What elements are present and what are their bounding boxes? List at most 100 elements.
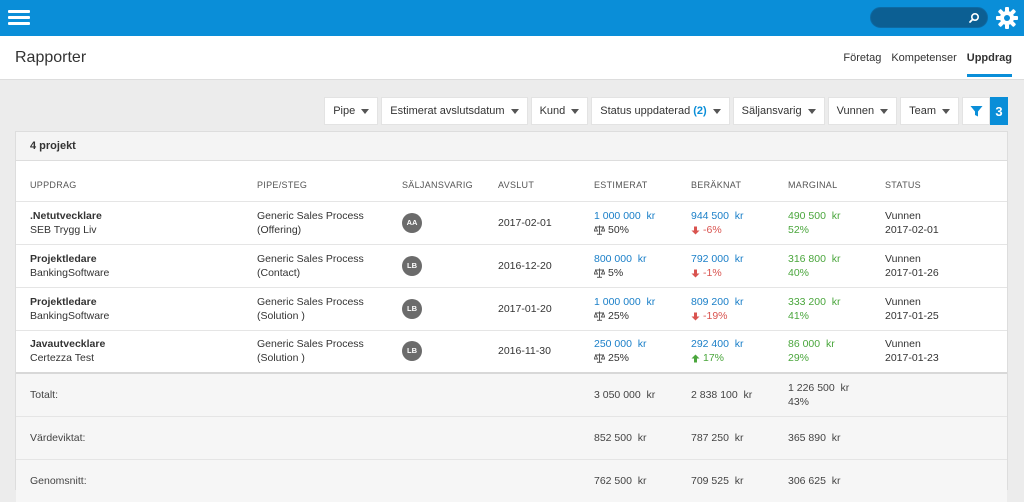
calculated-amount: 944 500 kr: [691, 209, 744, 222]
funnel-icon: [970, 105, 982, 116]
project-title[interactable]: Javautvecklare: [30, 337, 257, 351]
col-status[interactable]: Status: [885, 170, 1007, 202]
average-row: Genomsnitt: 762 500 kr 709 525 kr 306 62…: [16, 459, 1007, 502]
gear-icon[interactable]: [995, 6, 1019, 30]
scale-icon: [594, 311, 605, 321]
weighted-beraknat: 787 250 kr: [691, 416, 788, 460]
margin-pct: 40%: [788, 266, 810, 279]
scale-icon: [594, 353, 605, 364]
average-label: Genomsnitt:: [16, 459, 257, 502]
status-date: 2017-01-23: [885, 352, 939, 365]
caret-down-icon: [880, 108, 889, 114]
weighted-label: Värdeviktat:: [16, 416, 257, 460]
col-beraknat[interactable]: Beräknat: [691, 170, 788, 202]
totals-row: Totalt: 3 050 000 kr 2 838 100 kr 1 226 …: [16, 372, 1007, 417]
calculated-amount: 292 400 kr: [691, 338, 744, 351]
arrow-down-icon: [691, 312, 700, 320]
filter-saljansvarig[interactable]: Säljansvarig: [732, 97, 825, 125]
filter-count: (2): [693, 105, 707, 117]
probability: 25%: [608, 352, 630, 365]
filter-team[interactable]: Team: [900, 97, 959, 125]
calculated-diff: 17%: [703, 352, 725, 365]
filter-pipe[interactable]: Pipe: [324, 97, 379, 125]
project-customer: Certezza Test: [30, 352, 94, 365]
margin-pct: 41%: [788, 309, 810, 322]
pipe-name: Generic Sales Process: [257, 252, 364, 265]
pipe-step: (Solution ): [257, 309, 305, 322]
filter-vunnen[interactable]: Vunnen: [827, 97, 898, 125]
pipe-name: Generic Sales Process: [257, 209, 364, 222]
filter-estimerat-avslutsdatum[interactable]: Estimerat avslutsdatum: [381, 97, 528, 125]
totals-beraknat: 2 838 100 kr: [691, 372, 788, 417]
filter-toggle-button[interactable]: [962, 97, 990, 125]
caret-down-icon: [712, 108, 721, 114]
col-saljansvarig[interactable]: Säljansvarig: [402, 170, 498, 202]
average-marginal: 306 625 kr: [788, 459, 885, 502]
nav-kompetenser[interactable]: Kompetenser: [891, 52, 956, 77]
search-icon[interactable]: [967, 11, 981, 25]
pipe-step: (Contact): [257, 266, 301, 279]
estimated-amount: 250 000 kr: [594, 338, 647, 351]
status-date: 2017-01-25: [885, 309, 939, 322]
table-header-row: Uppdrag Pipe/Steg Säljansvarig Avslut Es…: [16, 170, 1007, 202]
average-estimerat: 762 500 kr: [594, 459, 691, 502]
col-pipe-steg[interactable]: Pipe/Steg: [257, 170, 402, 202]
caret-down-icon: [361, 108, 370, 114]
table-row[interactable]: .Netutvecklare SEB Trygg Liv Generic Sales…: [16, 201, 1007, 245]
scale-icon: [594, 225, 605, 235]
projects-panel: 4 projekt Uppdrag Pipe/Steg Säljansvarig…: [15, 131, 1008, 502]
avatar: AA: [402, 212, 422, 233]
nav-foretag[interactable]: Företag: [843, 52, 881, 77]
project-title[interactable]: Projektledare: [30, 252, 257, 266]
weighted-row: Värdeviktat: 852 500 kr 787 250 kr 365 8…: [16, 416, 1007, 460]
close-date: 2017-02-01: [498, 201, 594, 245]
page-title: Rapporter: [15, 49, 87, 66]
nav-uppdrag[interactable]: Uppdrag: [966, 52, 1012, 77]
avatar: LB: [402, 341, 422, 362]
col-avslut[interactable]: Avslut: [498, 170, 594, 202]
col-estimerat[interactable]: Estimerat: [594, 170, 691, 202]
project-customer: SEB Trygg Liv: [30, 223, 97, 236]
project-customer: BankingSoftware: [30, 309, 110, 322]
search-box[interactable]: [870, 7, 988, 28]
margin-amount: 333 200 kr: [788, 295, 841, 308]
calculated-diff: -19%: [703, 309, 728, 322]
close-date: 2017-01-20: [498, 287, 594, 331]
col-marginal[interactable]: Marginal: [788, 170, 885, 202]
col-uppdrag[interactable]: Uppdrag: [16, 170, 257, 202]
pipe-step: (Solution ): [257, 352, 305, 365]
project-title[interactable]: .Netutvecklare: [30, 209, 257, 223]
arrow-down-icon: [691, 226, 700, 234]
totals-label: Totalt:: [16, 372, 257, 417]
calculated-amount: 809 200 kr: [691, 295, 744, 308]
avatar: LB: [402, 255, 422, 276]
close-date: 2016-12-20: [498, 244, 594, 288]
status-label: Vunnen: [885, 338, 921, 351]
status-date: 2017-02-01: [885, 223, 939, 236]
calculated-diff: -6%: [703, 223, 722, 236]
pipe-step: (Offering): [257, 223, 302, 236]
table-row[interactable]: Projektledare BankingSoftware Generic Sale…: [16, 244, 1007, 288]
table-row[interactable]: Javautvecklare Certezza Test Generic Sales…: [16, 330, 1007, 374]
weighted-marginal: 365 890 kr: [788, 416, 885, 460]
weighted-estimerat: 852 500 kr: [594, 416, 691, 460]
status-label: Vunnen: [885, 209, 921, 222]
table-row[interactable]: Projektledare BankingSoftware Generic Sale…: [16, 287, 1007, 331]
close-date: 2016-11-30: [498, 330, 594, 374]
estimated-amount: 1 000 000 kr: [594, 209, 656, 222]
project-customer: BankingSoftware: [30, 266, 110, 279]
active-filter-count-badge[interactable]: 3: [990, 97, 1008, 125]
caret-down-icon: [510, 108, 519, 114]
probability: 25%: [608, 309, 630, 322]
search-input[interactable]: [879, 10, 967, 26]
caret-down-icon: [942, 108, 950, 114]
filter-kund[interactable]: Kund: [530, 97, 589, 125]
filter-status-uppdaterad[interactable]: Status uppdaterad (2): [591, 97, 730, 125]
filter-bar: Pipe Estimerat avslutsdatum Kund Status …: [324, 97, 1008, 125]
probability: 50%: [608, 223, 630, 236]
project-title[interactable]: Projektledare: [30, 295, 257, 309]
scale-icon: [594, 268, 605, 278]
status-label: Vunnen: [885, 252, 921, 265]
menu-icon[interactable]: [8, 7, 30, 29]
page-header: Rapporter Företag Kompetenser Uppdrag: [0, 36, 1024, 80]
